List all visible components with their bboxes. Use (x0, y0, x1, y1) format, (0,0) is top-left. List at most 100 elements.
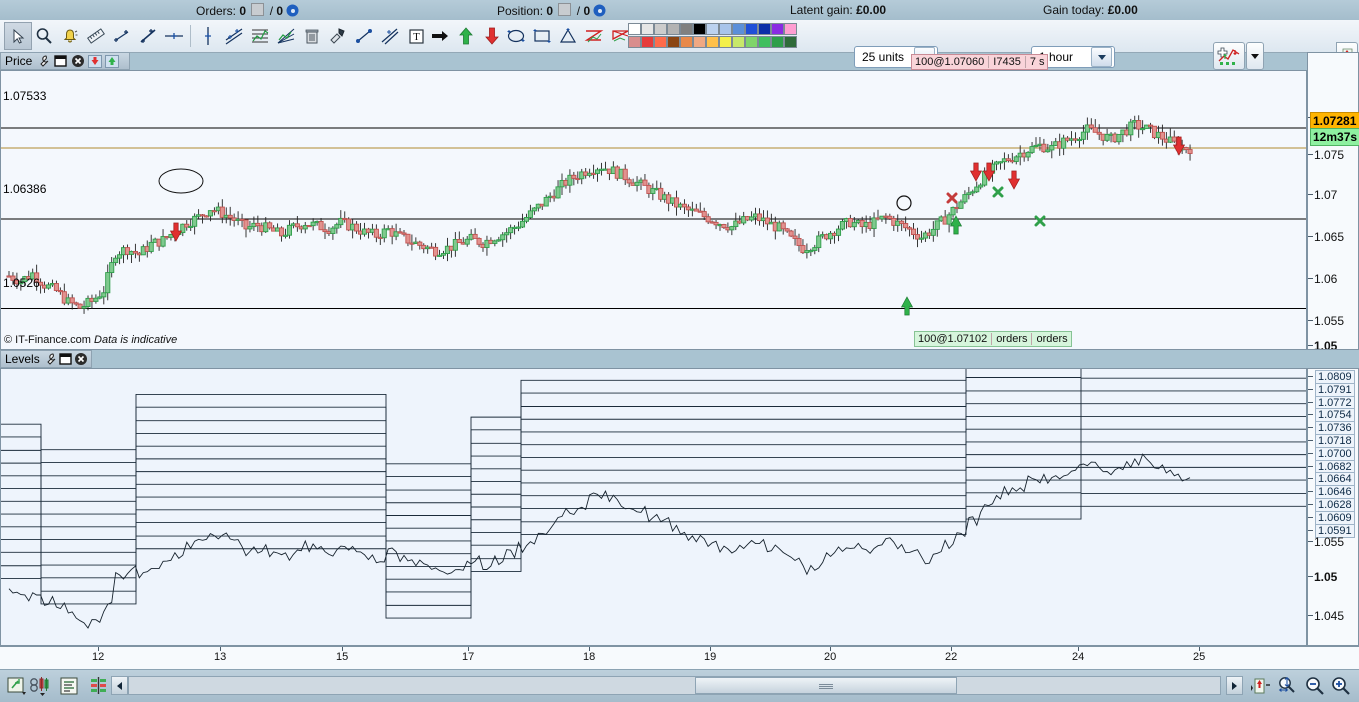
color-swatch[interactable] (758, 23, 771, 35)
orders-grid-icon[interactable] (251, 3, 265, 16)
triangle-icon[interactable] (554, 22, 582, 50)
color-swatch[interactable] (667, 23, 680, 35)
axis-tick-mark (1308, 516, 1313, 518)
orders-gear-icon[interactable] (287, 5, 299, 17)
zoom-out-icon[interactable] (1302, 673, 1328, 699)
date-axis-tick: 25 (1193, 651, 1206, 663)
fibonacci-retracement-icon[interactable] (246, 22, 274, 50)
arrow-right-icon[interactable] (426, 22, 454, 50)
color-swatch[interactable] (784, 36, 797, 48)
order-book-icon[interactable] (86, 673, 112, 699)
price-panel-title: Price (5, 54, 33, 68)
color-swatch[interactable] (719, 36, 732, 48)
levels-axis[interactable]: 1.0809 1.0791 1.0772 1.0754 1.0736 1.0718 1.07… (1307, 368, 1359, 646)
axis-tick-mark (1308, 194, 1313, 195)
scroll-up-icon[interactable] (104, 54, 119, 69)
scroll-right-arrow[interactable] (1226, 676, 1243, 695)
color-swatch[interactable] (628, 36, 641, 48)
order-tag-top[interactable]: 100@1.07060 I7435 7 s (911, 54, 1049, 70)
indicator-dropdown-chevron-down-icon[interactable] (1246, 42, 1264, 70)
axis-tick-mark (1308, 478, 1313, 480)
color-swatch[interactable] (719, 23, 732, 35)
price-axis[interactable]: 1.081.0751.071.0651.061.0551.05 (1307, 52, 1359, 350)
export-chart-icon[interactable] (4, 673, 30, 699)
alert-bell-icon[interactable] (56, 22, 84, 50)
color-swatch[interactable] (667, 36, 680, 48)
segment-line-icon[interactable] (108, 22, 136, 50)
price-panel-header: Price (0, 52, 130, 70)
compare-instrument-icon[interactable] (28, 673, 54, 699)
ellipse-icon[interactable] (502, 22, 530, 50)
parallel-lines-icon[interactable] (220, 22, 248, 50)
color-swatch[interactable] (784, 23, 797, 35)
trading-platform-window: Orders: 0 / 0 Position: 0 / 0 Latent gai… (0, 0, 1359, 702)
color-palette[interactable] (628, 23, 797, 49)
trash-icon[interactable] (298, 22, 326, 50)
scroll-down-icon[interactable] (87, 54, 102, 69)
axis-tick-mark (98, 647, 99, 651)
close-icon[interactable] (74, 352, 88, 367)
levels-chart-plot[interactable] (0, 368, 1307, 646)
order-tag-bottom-right: orders (1031, 333, 1068, 345)
arrow-up-green-icon[interactable] (452, 22, 480, 50)
zoom-in-icon[interactable] (1328, 673, 1354, 699)
polyline-icon[interactable] (350, 22, 378, 50)
color-swatch[interactable] (680, 36, 693, 48)
axis-tick-mark (1308, 615, 1313, 616)
scrollbar-grip[interactable] (819, 684, 833, 689)
color-swatch[interactable] (693, 23, 706, 35)
color-swatch[interactable] (745, 23, 758, 35)
color-swatch[interactable] (758, 36, 771, 48)
add-indicator-icon[interactable] (1213, 42, 1245, 70)
color-swatch[interactable] (641, 36, 654, 48)
horizontal-line-icon[interactable] (160, 22, 188, 50)
ruler-icon[interactable] (82, 22, 110, 50)
zigzag-red-icon[interactable] (580, 22, 608, 50)
axis-tick-mark (1078, 647, 1079, 651)
position-gear-icon[interactable] (594, 5, 606, 17)
wrench-icon[interactable] (44, 352, 57, 367)
cursor-icon[interactable] (4, 22, 32, 50)
chevron-down-icon[interactable] (1091, 47, 1112, 67)
color-swatch[interactable] (680, 23, 693, 35)
zoom-fit-icon[interactable] (1248, 673, 1274, 699)
color-swatch[interactable] (706, 23, 719, 35)
price-chart-plot[interactable] (0, 70, 1307, 350)
axis-tick-mark (1308, 345, 1313, 346)
gain-today-value: £0.00 (1107, 3, 1138, 17)
fibonacci-fan-icon[interactable] (272, 22, 300, 50)
zoom-axis-icon[interactable] (1274, 673, 1300, 699)
scrollbar-thumb[interactable] (695, 677, 957, 694)
orders-separator: / (269, 4, 274, 18)
position-grid-icon[interactable] (558, 3, 572, 16)
color-swatch[interactable] (628, 23, 641, 35)
chart-properties-icon[interactable] (56, 673, 82, 699)
rectangle-icon[interactable] (528, 22, 556, 50)
maximize-icon[interactable] (58, 352, 72, 367)
close-icon[interactable] (70, 54, 85, 69)
magnifier-icon[interactable] (30, 22, 58, 50)
horizontal-scrollbar[interactable] (128, 676, 1221, 695)
trend-line-icon[interactable] (134, 22, 162, 50)
color-swatch[interactable] (693, 36, 706, 48)
scroll-left-arrow[interactable] (111, 676, 128, 695)
settings-tools-icon[interactable] (324, 22, 352, 50)
wrench-icon[interactable] (36, 54, 51, 69)
watermark-text: © IT-Finance.com (4, 334, 91, 346)
order-tag-bottom[interactable]: 100@1.07102 orders orders (914, 331, 1072, 347)
axis-tick-mark (1308, 529, 1313, 531)
vertical-line-icon[interactable] (194, 22, 222, 50)
maximize-icon[interactable] (53, 54, 68, 69)
color-swatch[interactable] (771, 23, 784, 35)
axis-tick-mark (1308, 576, 1313, 577)
color-swatch[interactable] (732, 36, 745, 48)
color-swatch[interactable] (745, 36, 758, 48)
color-swatch[interactable] (771, 36, 784, 48)
channel-icon[interactable] (376, 22, 404, 50)
date-axis-tick: 18 (583, 651, 596, 663)
color-swatch[interactable] (732, 23, 745, 35)
color-swatch[interactable] (654, 36, 667, 48)
color-swatch[interactable] (706, 36, 719, 48)
color-swatch[interactable] (654, 23, 667, 35)
color-swatch[interactable] (641, 23, 654, 35)
